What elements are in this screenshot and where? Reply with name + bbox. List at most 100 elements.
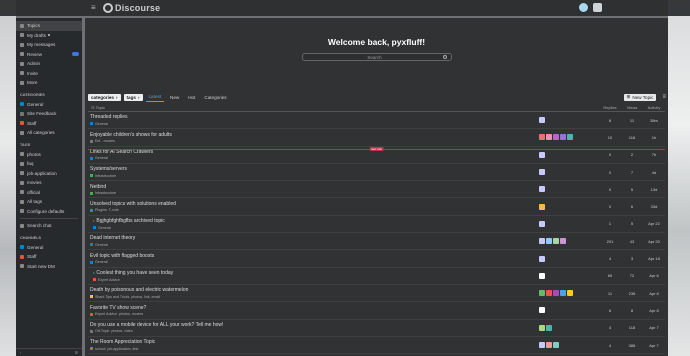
poster-avatar[interactable]: [553, 342, 559, 348]
poster-avatar[interactable]: [539, 203, 545, 210]
topic-category-link[interactable]: Expert Advice: [98, 278, 120, 282]
poster-avatar[interactable]: [539, 342, 545, 348]
topic-category-link[interactable]: Infrastructure: [95, 191, 116, 195]
topic-activity[interactable]: 13d: [643, 187, 665, 192]
topic-category-link[interactable]: Infrastructure: [95, 174, 116, 178]
chat-icon[interactable]: [579, 3, 588, 12]
sidebar-section-tags[interactable]: TAGS: [16, 141, 82, 150]
topic-activity[interactable]: 1h: [643, 135, 665, 140]
more-options-icon[interactable]: ≡: [662, 94, 666, 100]
poster-avatar[interactable]: [567, 134, 573, 141]
new-topic-button[interactable]: ⊞ New Topic: [623, 93, 657, 101]
topic-activity[interactable]: Apr 20: [643, 239, 665, 244]
column-views[interactable]: Views: [621, 105, 643, 110]
topic-category-link[interactable]: General: [95, 260, 108, 264]
poster-avatar[interactable]: [560, 290, 566, 297]
sidebar-item-channel-general[interactable]: General: [16, 243, 82, 253]
topic-row[interactable]: Threaded replies General 8 11 38m: [88, 112, 665, 130]
topic-title-link[interactable]: Death by poisonous and electric watermel…: [90, 287, 188, 293]
topic-title-link[interactable]: Bgjhgbfghfbgfbs archived topic: [96, 218, 164, 224]
topic-activity[interactable]: Apr 22: [643, 221, 665, 226]
poster-avatar[interactable]: [539, 220, 545, 227]
topic-row[interactable]: Favorite TV show scene? Expert Advice phot…: [88, 302, 665, 320]
column-activity[interactable]: Activity: [643, 105, 665, 110]
poster-avatar[interactable]: [539, 117, 545, 124]
poster-avatar[interactable]: [539, 324, 545, 331]
sidebar-item-staff[interactable]: Staff: [16, 119, 82, 129]
poster-avatar[interactable]: [560, 134, 566, 141]
sidebar-item-review[interactable]: Review ·: [16, 50, 82, 60]
topic-category-link[interactable]: Plugins: [95, 208, 107, 212]
sidebar-section-categories[interactable]: CATEGORIES: [16, 91, 82, 100]
sidebar-item-admin[interactable]: Admin: [16, 59, 82, 69]
poster-avatar[interactable]: [546, 342, 552, 348]
sidebar-item-all-categories[interactable]: All categories: [16, 128, 82, 138]
poster-avatar[interactable]: [553, 134, 559, 141]
hamburger-icon[interactable]: ≡: [91, 4, 99, 12]
topic-title-link[interactable]: Favorite TV show scene?: [90, 305, 146, 311]
sidebar-search-chat[interactable]: Search chat: [16, 221, 82, 231]
topic-activity[interactable]: Apr 7: [643, 343, 665, 348]
sidebar-item-start-dm[interactable]: Start new DM: [16, 262, 82, 272]
topic-row[interactable]: Netbird Infrastructure 0 5 13d: [88, 181, 665, 199]
topic-row[interactable]: • Bgjhgbfghfbgfbs archived topic General 1 5…: [88, 216, 665, 234]
topic-title-link[interactable]: Systems/servers: [90, 166, 127, 172]
topic-category-link[interactable]: school: [95, 347, 105, 351]
sidebar-item-tag-faq[interactable]: faq: [16, 159, 82, 169]
bulk-select-icon[interactable]: ☷: [91, 105, 95, 110]
topic-title-link[interactable]: Evil topic with flagged boosts: [90, 253, 154, 259]
topic-row[interactable]: • Coolest thing you have seen today Expert…: [88, 268, 665, 285]
sidebar-item-tag-official[interactable]: official: [16, 188, 82, 198]
topic-tags[interactable]: photos, video: [111, 329, 132, 333]
topic-row[interactable]: Dead internet theory General 201 43 Apr 20: [88, 233, 665, 251]
column-replies[interactable]: Replies: [599, 105, 621, 110]
poster-avatar[interactable]: [539, 151, 545, 158]
topic-tags[interactable]: job-application, test: [107, 347, 138, 351]
poster-avatar[interactable]: [539, 238, 545, 245]
sidebar-item-tag-photos[interactable]: photos: [16, 150, 82, 160]
poster-avatar[interactable]: [539, 307, 545, 314]
topic-title-link[interactable]: Do you use a mobile device for ALL your …: [90, 322, 223, 328]
topic-title-link[interactable]: Coolest thing you have seen today: [96, 270, 173, 276]
poster-avatar[interactable]: [546, 290, 552, 297]
tab-new[interactable]: New: [167, 92, 182, 102]
sidebar-item-my-drafts[interactable]: My drafts: [16, 31, 82, 41]
topic-title-link[interactable]: Netbird: [90, 184, 106, 190]
tab-categories[interactable]: Categories: [201, 92, 229, 102]
sidebar-item-tag-job-application[interactable]: job-application: [16, 169, 82, 179]
sidebar-item-invite[interactable]: Invite: [16, 69, 82, 79]
sidebar-collapse-icon[interactable]: ›: [20, 350, 21, 355]
topic-category-link[interactable]: General: [95, 243, 108, 247]
topic-title-link[interactable]: The Room Appreciation Topic: [90, 339, 155, 345]
tags-dropdown[interactable]: tags ›: [123, 93, 143, 101]
topic-activity[interactable]: Apr 7: [643, 325, 665, 330]
user-avatar[interactable]: [593, 3, 602, 12]
topic-tags[interactable]: photos, movies: [119, 312, 143, 316]
topic-category-link[interactable]: Shark Tips and Tricks: [95, 295, 129, 299]
sidebar-item-general[interactable]: General: [16, 100, 82, 110]
topic-category-link[interactable]: Ent - movies: [95, 139, 115, 143]
topic-row[interactable]: Do you use a mobile device for ALL your …: [88, 320, 665, 337]
poster-avatar[interactable]: [553, 238, 559, 245]
keyboard-shortcuts-icon[interactable]: ⊞: [75, 350, 78, 355]
topic-tags[interactable]: T-vote: [109, 208, 119, 212]
poster-avatar[interactable]: [539, 134, 545, 141]
categories-dropdown[interactable]: categories ›: [88, 93, 121, 101]
topic-activity[interactable]: 38m: [643, 118, 665, 123]
topic-activity[interactable]: 4d: [643, 170, 665, 175]
topic-tags[interactable]: photos, link, email: [131, 295, 160, 299]
sidebar-item-configure-defaults[interactable]: Configure defaults: [16, 207, 82, 217]
poster-avatar[interactable]: [539, 255, 545, 262]
search-icon[interactable]: [442, 55, 447, 59]
poster-avatar[interactable]: [546, 324, 552, 331]
poster-avatar[interactable]: [539, 169, 545, 176]
topic-title-link[interactable]: Threaded replies: [90, 114, 128, 120]
topic-category-link[interactable]: General: [95, 122, 108, 126]
search-input[interactable]: Search: [301, 53, 452, 61]
topic-activity[interactable]: Apr 8: [643, 291, 665, 296]
poster-avatar[interactable]: [546, 238, 552, 245]
topic-category-link[interactable]: General: [98, 226, 111, 230]
tab-latest[interactable]: Latest: [145, 92, 165, 102]
topic-category-link[interactable]: Off-Topic: [95, 329, 109, 333]
topic-title-link[interactable]: Unsolved topics with solutions enabled: [90, 201, 176, 207]
